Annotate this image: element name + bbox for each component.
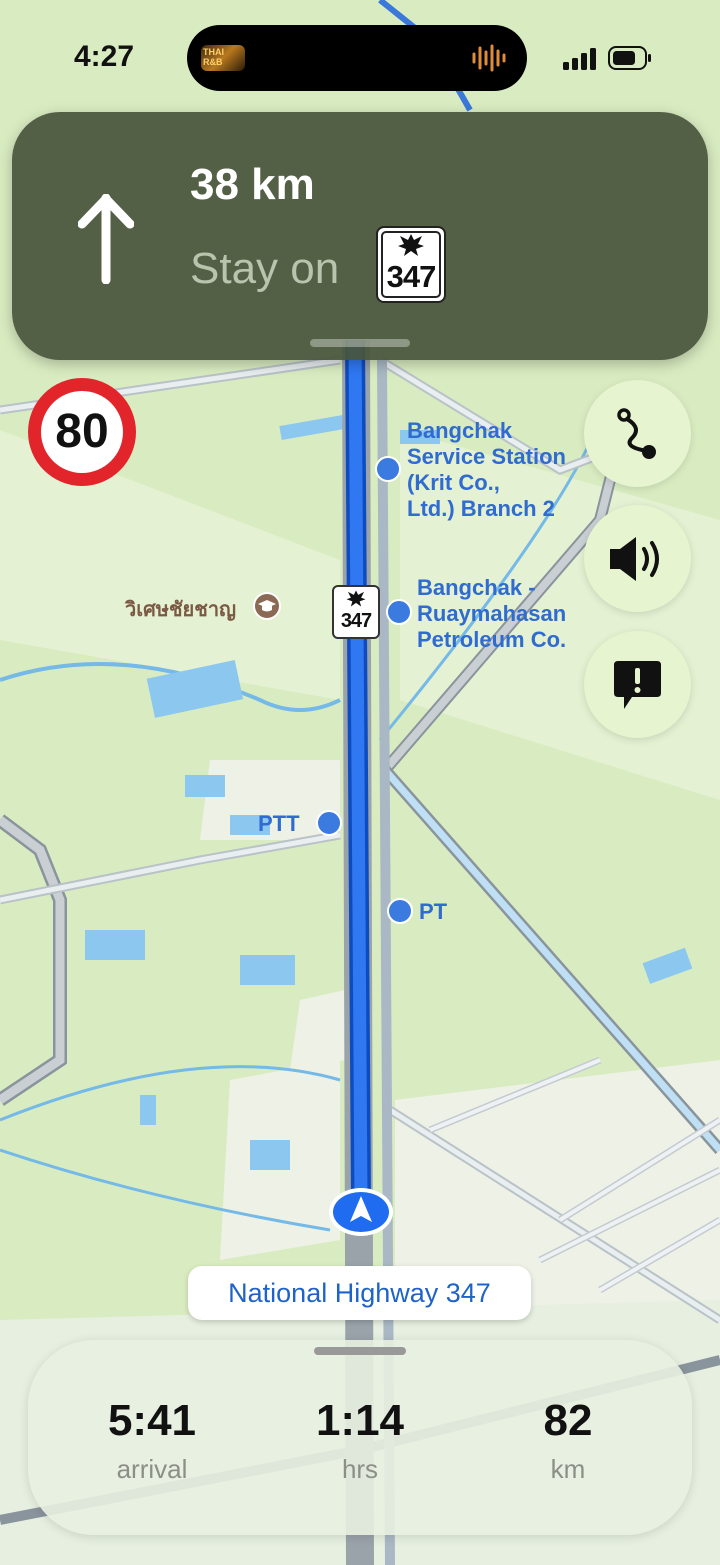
fuel-station-icon[interactable] <box>375 456 401 482</box>
distance-label: km <box>550 1454 586 1484</box>
duration-value: 1:14 <box>315 1396 405 1445</box>
distance-stat: 82 km <box>478 1396 658 1485</box>
cellular-signal-icon <box>563 48 596 70</box>
remaining-distance: 82 <box>543 1396 593 1445</box>
dynamic-island[interactable]: THAI R&B <box>187 25 527 91</box>
battery-icon <box>608 46 651 70</box>
audio-waveform-icon <box>472 44 506 72</box>
status-bar: 4:27 THAI R&B <box>0 0 720 110</box>
speaker-icon <box>610 537 659 581</box>
route-number: 347 <box>386 259 437 294</box>
fuel-station-icon[interactable] <box>316 810 342 836</box>
banner-grabber[interactable] <box>310 339 410 347</box>
poi-pt[interactable]: PT <box>419 899 447 925</box>
graduation-cap-icon[interactable] <box>253 592 281 620</box>
fuel-station-icon[interactable] <box>386 599 412 625</box>
exclamation-bubble-icon <box>614 661 661 709</box>
arrival-time: 5:41 <box>107 1396 197 1445</box>
current-street-label: National Highway 347 <box>188 1266 531 1320</box>
card-grabber[interactable] <box>314 1347 406 1355</box>
duration-label: hrs <box>341 1454 379 1484</box>
maneuver-distance: 38 km <box>190 160 315 209</box>
route-shield: 347 <box>376 226 446 303</box>
poi-bangchak-branch-2[interactable]: Bangchak Service Station (Krit Co., Ltd.… <box>407 418 566 522</box>
poi-bangchak-ruaymahasan[interactable]: Bangchak - Ruaymahasan Petroleum Co. <box>417 575 566 653</box>
arrival-stat: 5:41 arrival <box>62 1396 242 1485</box>
report-button[interactable] <box>584 631 691 738</box>
current-location-icon <box>329 1188 393 1236</box>
audio-button[interactable] <box>584 505 691 612</box>
speed-limit-value: 80 <box>41 391 123 473</box>
fuel-station-icon[interactable] <box>387 898 413 924</box>
now-playing-artwork: THAI R&B <box>201 45 245 71</box>
map-route-number: 347 <box>340 610 372 632</box>
speed-limit-sign: 80 <box>28 378 136 486</box>
duration-stat: 1:14 hrs <box>270 1396 450 1485</box>
arrival-label: arrival <box>116 1454 188 1484</box>
maneuver-instruction: Stay on <box>190 244 340 293</box>
route-icon <box>617 408 656 459</box>
garuda-emblem-icon <box>398 234 424 256</box>
garuda-emblem-icon <box>346 590 366 607</box>
poi-ptt[interactable]: PTT <box>258 811 300 837</box>
arrow-up-icon <box>78 194 134 284</box>
poi-school-label[interactable]: วิเศษชัยชาญ <box>125 593 236 625</box>
map-route-shield: 347 <box>332 585 380 639</box>
status-time: 4:27 <box>74 40 135 73</box>
route-overview-button[interactable] <box>584 380 691 487</box>
